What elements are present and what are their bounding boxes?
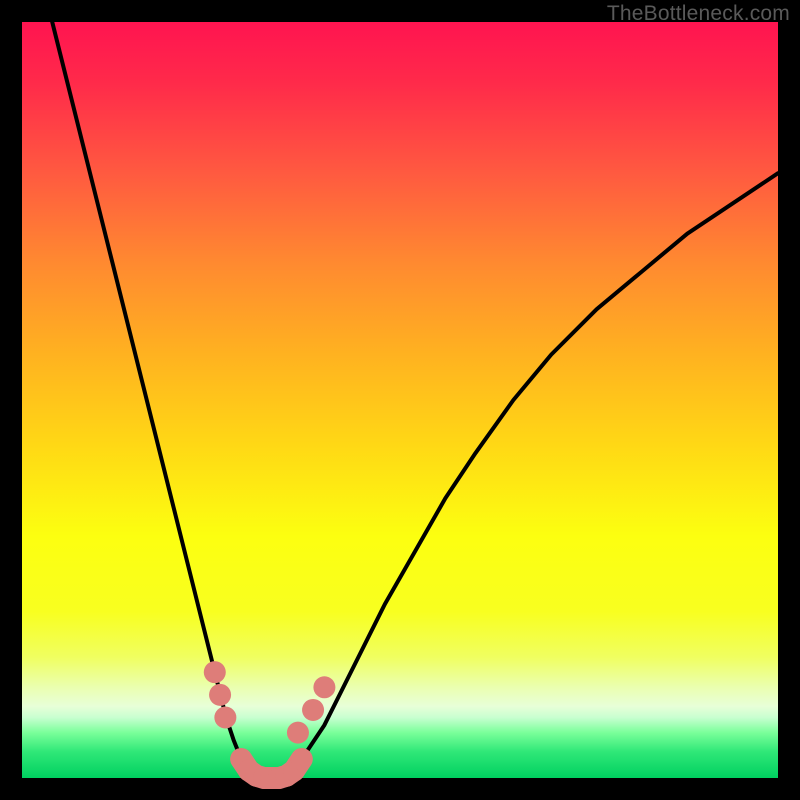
plot-area bbox=[22, 22, 778, 778]
highlight-dot bbox=[214, 707, 236, 729]
series-left-curve bbox=[52, 22, 256, 778]
watermark-text: TheBottleneck.com bbox=[607, 2, 790, 26]
highlight-dot bbox=[302, 699, 324, 721]
series-right-curve bbox=[287, 173, 778, 778]
chart-frame: TheBottleneck.com bbox=[0, 0, 800, 800]
highlight-dot bbox=[204, 661, 226, 683]
highlight-dot bbox=[291, 748, 313, 770]
highlight-dot bbox=[287, 722, 309, 744]
highlight-dot bbox=[209, 684, 231, 706]
highlight-dot bbox=[313, 676, 335, 698]
curves-svg bbox=[22, 22, 778, 778]
